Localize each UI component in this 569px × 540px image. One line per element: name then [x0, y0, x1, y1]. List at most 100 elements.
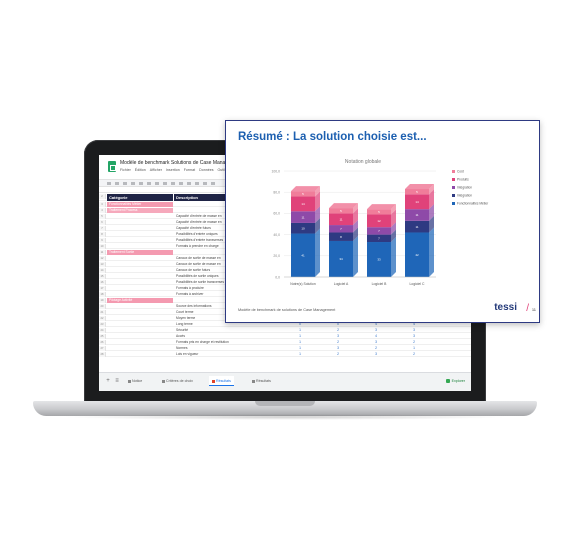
score-cell[interactable]: 1 — [281, 328, 319, 333]
row-number: 8 — [99, 232, 106, 237]
score-cell[interactable]: 2 — [395, 352, 433, 357]
category-cell[interactable] — [107, 310, 173, 315]
category-cell[interactable]: Fonctionnalités Métier — [107, 202, 173, 207]
data-label: 12 — [377, 219, 381, 223]
score-cell[interactable]: 1 — [281, 334, 319, 339]
category-cell[interactable] — [107, 226, 173, 231]
category-cell[interactable] — [107, 316, 173, 321]
row-number: 7 — [99, 226, 106, 231]
score-cells: 1232 — [281, 352, 471, 357]
description-cell[interactable]: Formats pris en charge et restitution — [174, 340, 264, 345]
x-tick-label: Logiciel C — [410, 282, 425, 286]
data-label: 42 — [415, 253, 419, 257]
score-cell[interactable]: 3 — [357, 352, 395, 357]
row-number: 5 — [99, 214, 106, 219]
row-number: 26 — [99, 340, 106, 345]
data-label: 11 — [301, 215, 304, 219]
score-cell[interactable]: 3 — [357, 340, 395, 345]
score-cell[interactable]: 3 — [395, 328, 433, 333]
category-cell[interactable] — [107, 244, 173, 249]
sheets-icon[interactable] — [108, 161, 116, 172]
column-header-category[interactable]: Catégorie — [107, 194, 173, 201]
score-cell[interactable]: 2 — [319, 328, 357, 333]
category-cell[interactable]: Pilotage Activité — [107, 298, 173, 303]
score-cell[interactable]: 1 — [281, 340, 319, 345]
category-cell[interactable] — [107, 292, 173, 297]
bar-segment-side — [315, 228, 320, 277]
menu-item[interactable]: Édition — [135, 168, 146, 172]
score-cell[interactable]: 2 — [357, 346, 395, 351]
score-cell[interactable]: 1 — [395, 346, 433, 351]
menu-item[interactable]: Données — [199, 168, 213, 172]
category-cell[interactable] — [107, 274, 173, 279]
category-cell[interactable] — [107, 340, 173, 345]
category-cell[interactable] — [107, 280, 173, 285]
score-cell[interactable]: 3 — [319, 334, 357, 339]
category-cell[interactable] — [107, 334, 173, 339]
menu-item[interactable]: Afficher — [150, 168, 162, 172]
toolbar-buttons[interactable] — [107, 182, 217, 185]
row-number: 16 — [99, 280, 106, 285]
score-cell[interactable]: 4 — [357, 334, 395, 339]
bar-top — [405, 184, 434, 190]
category-cell[interactable] — [107, 286, 173, 291]
score-cell[interactable]: 3 — [357, 328, 395, 333]
menu-item[interactable]: Format — [184, 168, 195, 172]
data-label: 34 — [339, 257, 343, 261]
score-cell[interactable]: 2 — [395, 340, 433, 345]
legend-label: Fonctionnalités Métier — [457, 202, 489, 206]
category-cell[interactable] — [107, 262, 173, 267]
category-cell[interactable] — [107, 220, 173, 225]
score-cell[interactable]: 3 — [319, 346, 357, 351]
score-cell[interactable]: 1 — [281, 346, 319, 351]
category-cell[interactable] — [107, 232, 173, 237]
category-cell[interactable] — [107, 352, 173, 357]
description-cell[interactable]: Normes — [174, 346, 264, 351]
category-cell[interactable] — [107, 304, 173, 309]
bar-top — [329, 203, 358, 209]
stacked-bar-chart: Notation globale 0,0 20,0 40,0 60,0 80,0 100,0… — [272, 159, 490, 286]
category-cell[interactable] — [107, 346, 173, 351]
row-number: 19 — [99, 298, 106, 303]
y-tick-label: 80,0 — [273, 191, 280, 195]
row-number: 6 — [99, 220, 106, 225]
bar-segment-side — [391, 237, 396, 277]
category-cell[interactable] — [107, 214, 173, 219]
description-cell[interactable]: Lois en vigueur — [174, 352, 264, 357]
tab-criteres[interactable]: Critères de choix — [159, 376, 196, 386]
description-cell[interactable]: Accès — [174, 334, 264, 339]
summary-slide: Résumé : La solution choisie est... Nota… — [225, 120, 540, 323]
score-cell[interactable]: 3 — [395, 334, 433, 339]
score-cell[interactable]: 2 — [319, 340, 357, 345]
menu-item[interactable]: Insertion — [166, 168, 180, 172]
row-number: 9 — [99, 238, 106, 243]
category-cell[interactable] — [107, 328, 173, 333]
description-cell[interactable]: Sécurité — [174, 328, 264, 333]
category-cell[interactable]: Traitement Sortie — [107, 250, 173, 255]
tab-resultats-active[interactable]: Résultats — [209, 376, 234, 386]
category-cell[interactable] — [107, 268, 173, 273]
score-cell[interactable]: 2 — [319, 352, 357, 357]
row-number: 10 — [99, 244, 106, 249]
tab-resultats[interactable]: Résultats — [249, 376, 274, 386]
data-label: 41 — [301, 253, 305, 257]
y-tick-label: 0,0 — [275, 275, 280, 279]
explore-button[interactable]: Explorer — [445, 376, 465, 386]
add-sheet-icon[interactable]: + — [105, 378, 111, 384]
y-tick-label: 40,0 — [273, 233, 280, 237]
menu-item[interactable]: Fichier — [120, 168, 131, 172]
category-cell[interactable]: Traitement Process — [107, 208, 173, 213]
category-cell[interactable] — [107, 322, 173, 327]
row-number: 13 — [99, 262, 106, 267]
category-cell[interactable] — [107, 256, 173, 261]
tab-notice[interactable]: Notice — [125, 376, 145, 386]
x-tick-label: Logiciel A — [334, 282, 349, 286]
spreadsheet-title[interactable]: Modèle de benchmark Solutions de Case Ma… — [120, 160, 242, 166]
category-cell[interactable] — [107, 238, 173, 243]
sheet-icon — [252, 379, 255, 383]
x-tick-label: Notre(s) Solution — [290, 282, 316, 286]
sheet-list-icon[interactable]: ≡ — [114, 378, 120, 384]
score-cell[interactable]: 1 — [281, 352, 319, 357]
score-cells: 1232 — [281, 340, 471, 345]
legend-label: Coût — [457, 170, 464, 174]
